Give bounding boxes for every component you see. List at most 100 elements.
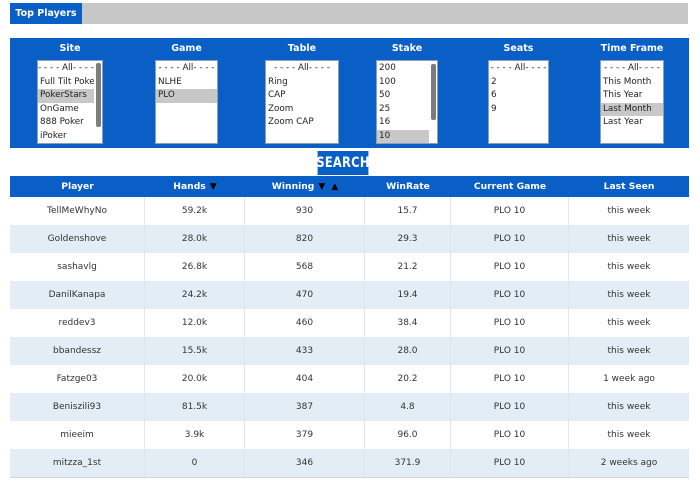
option-stake[interactable]: 100 — [377, 76, 429, 90]
cell-hands: 26.8k — [145, 253, 245, 281]
column-header-label: Last Seen — [603, 181, 655, 192]
cell-player[interactable]: TellMeWhyNo — [10, 197, 145, 225]
cell-winning: 470 — [245, 281, 365, 309]
option-seats[interactable]: - - - - All- - - - — [489, 62, 548, 76]
cell-current-game: PLO 10 — [451, 197, 569, 225]
tab-top-players[interactable]: Top Players — [10, 3, 82, 24]
cell-winning: 930 — [245, 197, 365, 225]
column-header-label: Hands — [173, 181, 206, 192]
cell-winrate: 28.0 — [365, 337, 451, 365]
table-row[interactable]: Fatzge03 20.0k 404 20.2 PLO 10 1 week ago — [10, 365, 689, 393]
option-site[interactable]: iPoker — [38, 130, 94, 143]
listbox-game[interactable]: - - - - All- - - - NLHE PLO — [155, 60, 218, 144]
table-row[interactable]: reddev3 12.0k 460 38.4 PLO 10 this week — [10, 309, 689, 337]
cell-last-seen: this week — [607, 430, 651, 440]
option-table[interactable]: Zoom — [266, 103, 338, 117]
cell-player[interactable]: reddev3 — [10, 309, 145, 337]
column-header[interactable]: WinRate — [365, 176, 451, 197]
cell-winning: 346 — [245, 449, 365, 477]
option-table[interactable]: CAP — [266, 89, 338, 103]
option-stake[interactable]: 25 — [377, 103, 429, 117]
table-row[interactable]: bbandessz 15.5k 433 28.0 PLO 10 this week — [10, 337, 689, 365]
cell-winrate: 15.7 — [365, 197, 451, 225]
cell-last-seen: this week — [607, 346, 651, 356]
option-stake[interactable]: 200 — [377, 62, 429, 76]
cell-current-game: PLO 10 — [451, 393, 569, 421]
sort-desc-icon[interactable]: ▼ — [318, 182, 325, 192]
table-row[interactable]: Beniszili93 81.5k 387 4.8 PLO 10 this week — [10, 393, 689, 421]
listbox-time_frame[interactable]: - - - - All- - - - This Month This Year Las… — [600, 60, 664, 144]
cell-current-game: PLO 10 — [451, 225, 569, 253]
cell-current-game: PLO 10 — [451, 421, 569, 449]
filter-panel: Site - - - - All- - - - Full Tilt Poker Pok… — [10, 38, 689, 148]
scrollbar-site[interactable] — [96, 63, 101, 127]
table-row[interactable]: DanilKanapa 24.2k 470 19.4 PLO 10 this week — [10, 281, 689, 309]
option-game[interactable]: - - - - All- - - - — [156, 62, 217, 76]
cell-player[interactable]: mitzza_1st — [10, 449, 145, 477]
option-time_frame[interactable]: This Month — [601, 76, 663, 90]
option-site[interactable]: PokerStars — [38, 89, 94, 103]
cell-player[interactable]: DanilKanapa — [10, 281, 145, 309]
option-stake[interactable]: 16 — [377, 116, 429, 130]
column-header[interactable]: Hands ▼ — [145, 176, 245, 197]
cell-player[interactable]: mieeim — [10, 421, 145, 449]
top-bar: Top Players — [10, 3, 688, 24]
cell-winrate: 4.8 — [365, 393, 451, 421]
table-bottom-border — [10, 477, 689, 478]
sort-desc-icon[interactable]: ▼ — [210, 182, 217, 192]
cell-hands: 3.9k — [145, 421, 245, 449]
option-game[interactable]: PLO — [156, 89, 217, 103]
table-row[interactable]: Goldenshove 28.0k 820 29.3 PLO 10 this week — [10, 225, 689, 253]
cell-winning: 379 — [245, 421, 365, 449]
option-game[interactable]: NLHE — [156, 76, 217, 90]
cell-winning: 404 — [245, 365, 365, 393]
listbox-site[interactable]: - - - - All- - - - Full Tilt Poker PokerSt… — [37, 60, 103, 144]
option-seats[interactable]: 2 — [489, 76, 548, 90]
option-time_frame[interactable]: - - - - All- - - - — [601, 62, 663, 76]
cell-player[interactable]: Beniszili93 — [10, 393, 145, 421]
column-header-label: Winning — [271, 181, 315, 192]
cell-player[interactable]: bbandessz — [10, 337, 145, 365]
cell-player[interactable]: Goldenshove — [10, 225, 145, 253]
column-header[interactable]: Player — [10, 176, 145, 197]
sort-asc-icon[interactable]: ▲ — [331, 182, 338, 192]
scrollbar-stake[interactable] — [431, 64, 436, 120]
table-row[interactable]: sashavlg 26.8k 568 21.2 PLO 10 this week — [10, 253, 689, 281]
option-table[interactable]: - - - - All- - - - — [266, 62, 338, 76]
option-time_frame[interactable]: Last Year — [601, 116, 663, 130]
cell-last-seen: this week — [607, 402, 651, 412]
cell-player[interactable]: Fatzge03 — [10, 365, 145, 393]
column-header[interactable]: Winning ▼ ▲ — [245, 176, 365, 197]
cell-winning: 568 — [245, 253, 365, 281]
cell-player[interactable]: sashavlg — [10, 253, 145, 281]
filter-label-time_frame: Time Frame — [600, 43, 664, 54]
option-stake[interactable]: 10 — [377, 129, 429, 143]
cell-winning: 387 — [245, 393, 365, 421]
table-row[interactable]: TellMeWhyNo 59.2k 930 15.7 PLO 10 this week — [10, 197, 689, 225]
column-header-label: Player — [61, 181, 94, 192]
column-header[interactable]: Current Game — [451, 176, 569, 197]
cell-last-seen: 2 weeks ago — [600, 458, 658, 468]
table-row[interactable]: mitzza_1st 0 346 371.9 PLO 10 2 weeks ago — [10, 449, 689, 477]
option-site[interactable]: - - - - All- - - - — [38, 62, 94, 76]
option-time_frame[interactable]: Last Month — [601, 102, 663, 117]
listbox-table[interactable]: - - - - All- - - - Ring CAP Zoom Zoom CAP — [265, 60, 339, 144]
column-header-label: Current Game — [473, 181, 547, 192]
cell-current-game: PLO 10 — [451, 337, 569, 365]
option-time_frame[interactable]: This Year — [601, 89, 663, 103]
search-button[interactable]: SEARCH — [316, 151, 369, 175]
cell-current-game: PLO 10 — [451, 253, 569, 281]
option-stake[interactable]: 50 — [377, 89, 429, 103]
column-header[interactable]: Last Seen — [569, 176, 689, 197]
option-seats[interactable]: 9 — [489, 103, 548, 117]
table-row[interactable]: mieeim 3.9k 379 96.0 PLO 10 this week — [10, 421, 689, 449]
listbox-seats[interactable]: - - - - All- - - -269 — [488, 60, 549, 144]
option-table[interactable]: Zoom CAP — [266, 116, 338, 130]
option-seats[interactable]: 6 — [489, 89, 548, 103]
option-table[interactable]: Ring — [266, 76, 338, 90]
option-site[interactable]: 888 Poker — [38, 116, 94, 130]
cell-winrate: 21.2 — [365, 253, 451, 281]
option-site[interactable]: OnGame — [38, 103, 94, 117]
listbox-stake[interactable]: 200 100 50 25 16 10 — [376, 60, 438, 144]
option-site[interactable]: Full Tilt Poker — [38, 76, 94, 90]
